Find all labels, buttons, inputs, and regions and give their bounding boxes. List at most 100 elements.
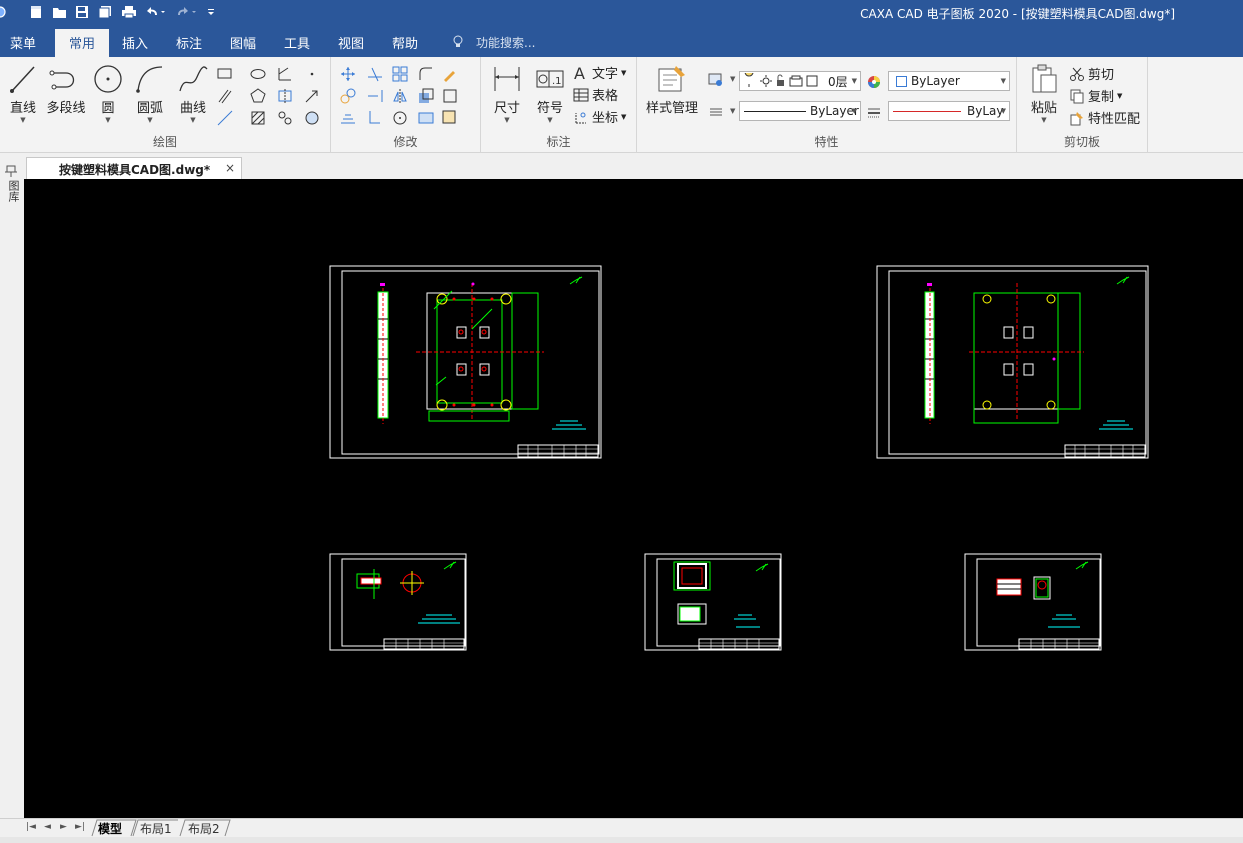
stretch-icon[interactable]: [441, 87, 459, 105]
table-button[interactable]: 表格: [573, 85, 618, 104]
chevron-down-icon: ▼: [1000, 77, 1006, 85]
drawing-canvas[interactable]: [24, 179, 1243, 818]
copy-button[interactable]: 复制 ▼: [1069, 86, 1122, 105]
function-search-input[interactable]: 功能搜索...: [476, 34, 535, 51]
ellipse-icon[interactable]: [249, 65, 267, 83]
angle-line-icon[interactable]: [276, 65, 294, 83]
circle-button[interactable]: 圆 ▼: [93, 63, 123, 124]
offset-icon[interactable]: [339, 109, 357, 127]
linetype-icon[interactable]: [707, 102, 725, 120]
rectangle-icon[interactable]: [216, 65, 234, 83]
centerline-icon[interactable]: [276, 87, 294, 105]
lineweight-sample: [893, 110, 961, 112]
print-icon[interactable]: [121, 5, 136, 19]
polygon-icon[interactable]: [249, 87, 267, 105]
chamfer-icon[interactable]: [417, 109, 435, 127]
group-properties: 样式管理 ▼ 0层 ▼ ByLayer ▼ ▼ ByLayer ▼ ByLay …: [637, 57, 1017, 153]
paste-label: 粘贴: [1030, 101, 1057, 116]
open-file-icon[interactable]: [52, 5, 66, 19]
first-layout-icon[interactable]: |◄: [26, 822, 36, 832]
prev-layout-icon[interactable]: ◄: [44, 822, 51, 832]
save-all-icon[interactable]: [98, 5, 112, 19]
curve-button[interactable]: 曲线 ▼: [177, 63, 209, 124]
extend-icon[interactable]: [366, 87, 384, 105]
horizontal-scrollbar[interactable]: [0, 837, 1243, 843]
text-button[interactable]: A 文字 ▼: [573, 63, 626, 83]
lineweight-icon[interactable]: [865, 103, 883, 121]
pin-icon[interactable]: [4, 164, 18, 178]
layer-manager-icon[interactable]: [707, 71, 725, 89]
layer-combo[interactable]: 0层 ▼: [739, 71, 861, 91]
parallel-line-icon[interactable]: [216, 87, 234, 105]
color-swatch: [896, 76, 907, 87]
tab-menu[interactable]: 菜单: [10, 33, 36, 52]
construction-line-icon[interactable]: [216, 109, 234, 127]
chevron-down-icon: ▼: [20, 116, 26, 124]
chevron-down-icon[interactable]: ▼: [730, 75, 735, 83]
curve-label: 曲线: [179, 101, 206, 116]
tab-insert[interactable]: 插入: [122, 33, 148, 52]
mirror-icon[interactable]: [391, 87, 409, 105]
document-tab[interactable]: 按键塑料模具CAD图.dwg* ×: [26, 157, 242, 179]
symbol-icon: .1: [536, 70, 564, 88]
linetype-combo[interactable]: ByLayer ▼: [739, 101, 861, 121]
rotate-icon[interactable]: [391, 109, 409, 127]
tab-sheet[interactable]: 图幅: [230, 33, 256, 52]
polyline-icon: [49, 70, 75, 90]
tab-common[interactable]: 常用: [55, 29, 110, 57]
last-layout-icon[interactable]: ►|: [75, 822, 85, 832]
lineweight-combo[interactable]: ByLay‹ ▼: [888, 101, 1010, 121]
drawing-sheet-3[interactable]: [329, 553, 467, 651]
close-icon[interactable]: ×: [225, 161, 235, 175]
array-icon[interactable]: [391, 65, 409, 83]
next-layout-icon[interactable]: ►: [60, 822, 67, 832]
group-clipboard: 粘贴 ▼ 剪切 复制 ▼ 特性匹配 剪切板: [1017, 57, 1148, 153]
chevron-down-icon[interactable]: ▼: [730, 107, 735, 115]
polyline-button[interactable]: 多段线: [45, 63, 87, 116]
edit-icon[interactable]: [441, 65, 459, 83]
block-icon[interactable]: [276, 109, 294, 127]
fillet-icon[interactable]: [417, 65, 435, 83]
color-combo[interactable]: ByLayer ▼: [888, 71, 1010, 91]
drawing-sheet-2[interactable]: [876, 265, 1149, 459]
tab-help[interactable]: 帮助: [392, 33, 418, 52]
break-icon[interactable]: [366, 109, 384, 127]
arrow-icon[interactable]: [303, 87, 321, 105]
paste-button[interactable]: 粘贴 ▼: [1027, 63, 1061, 124]
drawing-sheet-5[interactable]: [964, 553, 1102, 651]
point-icon[interactable]: [303, 65, 321, 83]
customize-icon[interactable]: [206, 5, 220, 19]
tab-tools[interactable]: 工具: [284, 33, 310, 52]
style-manager-icon: [658, 66, 685, 92]
side-panel: 图库: [0, 160, 23, 820]
chevron-down-icon: ▼: [147, 116, 153, 124]
copy-object-icon[interactable]: [339, 87, 357, 105]
hatch-icon[interactable]: [249, 109, 267, 127]
scale-icon[interactable]: [417, 87, 435, 105]
dimension-button[interactable]: 尺寸 ▼: [491, 63, 523, 124]
dimension-icon: [494, 67, 520, 91]
drawing-sheet-1[interactable]: [329, 265, 602, 459]
match-properties-button[interactable]: 特性匹配: [1069, 108, 1140, 127]
app-logo-icon[interactable]: [0, 5, 8, 19]
explode-icon[interactable]: [441, 109, 459, 127]
undo-icon[interactable]: [144, 5, 166, 19]
color-wheel-icon[interactable]: [865, 73, 883, 91]
tab-annotate[interactable]: 标注: [176, 33, 202, 52]
trim-icon[interactable]: [366, 65, 384, 83]
cut-button[interactable]: 剪切: [1069, 64, 1114, 83]
move-icon[interactable]: [339, 65, 357, 83]
drawing-sheet-4[interactable]: [644, 553, 782, 651]
tab-view[interactable]: 视图: [338, 33, 364, 52]
coordinate-button[interactable]: 坐标 ▼: [573, 107, 626, 126]
style-manager-button[interactable]: 样式管理: [643, 63, 701, 116]
arc-button[interactable]: 圆弧 ▼: [134, 63, 166, 124]
new-file-icon[interactable]: [29, 5, 43, 19]
line-button[interactable]: 直线 ▼: [8, 63, 38, 124]
arc-label: 圆弧: [136, 101, 163, 116]
library-panel-tab[interactable]: 图库: [5, 180, 20, 202]
save-icon[interactable]: [75, 5, 89, 19]
region-icon[interactable]: [303, 109, 321, 127]
redo-icon[interactable]: [175, 5, 197, 19]
symbol-button[interactable]: .1 符号 ▼: [535, 63, 565, 124]
